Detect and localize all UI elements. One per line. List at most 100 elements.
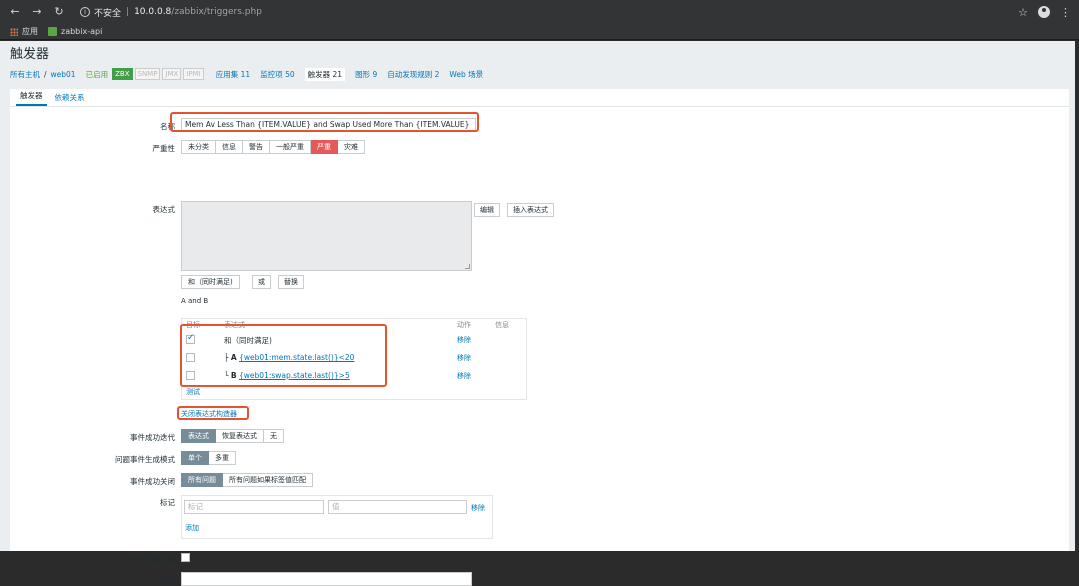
address-host: 10.0.0.8 — [134, 7, 172, 17]
insert-expression-button[interactable]: 插入表达式 — [507, 203, 554, 217]
tree-prefix: ├ — [224, 353, 229, 362]
severity-information[interactable]: 信息 — [216, 140, 243, 154]
tab-bar: 触发器 依赖关系 — [10, 89, 1069, 107]
expression-link[interactable]: {web01:swap.state.last()}>5 — [239, 371, 350, 380]
reload-icon[interactable]: ↻ — [52, 5, 66, 19]
problem-mode-multiple[interactable]: 多重 — [209, 451, 236, 465]
badge-ipmi: IPMI — [183, 68, 204, 80]
page: 触发器 所有主机 / web01 已启用 ZBX SNMP JMX IPMI 应… — [0, 41, 1075, 586]
link-applications[interactable]: 应用集 11 — [216, 69, 250, 80]
tag-remove-link[interactable]: 移除 — [471, 503, 485, 513]
profile-avatar-icon[interactable] — [1038, 6, 1050, 18]
bookmark-zabbix-api[interactable]: zabbix-api — [48, 27, 102, 36]
breadcrumb-host[interactable]: web01 — [51, 70, 76, 79]
tag-add-link[interactable]: 添加 — [185, 523, 199, 533]
target-checkbox[interactable] — [186, 353, 195, 362]
expression-link[interactable]: {web01:mem.state.last()}<20 — [239, 353, 354, 362]
manual-close-label: 允许手动关闭 — [130, 555, 175, 564]
ok-event-label: 事件成功迭代 — [130, 433, 175, 442]
edit-button[interactable]: 编辑 — [474, 203, 500, 217]
expression-builder-table: 目标 表达式 动作 信息 和（同时满足) 移除 ├ A {web01:mem.s… — [181, 318, 527, 400]
header-target: 目标 — [186, 321, 200, 329]
and-button[interactable]: 和（同时满足) — [181, 275, 240, 289]
link-discovery-count: 2 — [434, 69, 440, 79]
row-letter: A — [230, 353, 237, 362]
breadcrumb-separator: / — [44, 69, 47, 79]
link-graphs[interactable]: 图形 9 — [355, 69, 377, 80]
bookmark-zabbix-api-label: zabbix-api — [61, 27, 103, 36]
tab-dependencies[interactable]: 依赖关系 — [51, 92, 89, 106]
severity-disaster[interactable]: 灾难 — [338, 140, 365, 154]
ok-event-none[interactable]: 无 — [264, 429, 284, 443]
host-status[interactable]: 已启用 — [86, 69, 109, 80]
remove-link[interactable]: 移除 — [457, 335, 471, 345]
expression-label: 表达式 — [152, 205, 176, 214]
badge-snmp: SNMP — [134, 68, 161, 80]
severity-high[interactable]: 严重 — [311, 140, 338, 154]
row-expression: └ B {web01:swap.state.last()}>5 — [224, 371, 350, 380]
browser-actions: ☆ ⋮ — [1018, 0, 1071, 24]
bookmark-apps-label: 应用 — [22, 27, 38, 36]
name-input[interactable]: Mem Av Less Than {ITEM.VALUE} and Swap U… — [181, 118, 476, 132]
row-expression: ├ A {web01:mem.state.last()}<20 — [224, 353, 354, 362]
link-discovery-rules[interactable]: 自动发现规则 2 — [387, 69, 439, 80]
severity-average[interactable]: 一般严重 — [270, 140, 311, 154]
info-icon[interactable]: i — [80, 7, 90, 17]
tag-name-input[interactable]: 标记 — [184, 500, 324, 514]
address-separator: | — [126, 7, 130, 17]
ok-close-tag-match[interactable]: 所有问题如果标签值匹配 — [223, 473, 313, 487]
breadcrumb-all-hosts[interactable]: 所有主机 — [10, 69, 40, 80]
remove-link[interactable]: 移除 — [457, 371, 471, 381]
tree-prefix: └ — [224, 371, 229, 380]
link-applications-count: 11 — [240, 69, 251, 79]
manual-close-checkbox[interactable] — [181, 553, 190, 562]
severity-label: 严重性 — [152, 144, 176, 153]
badge-jmx: JMX — [162, 68, 182, 80]
bookmark-apps[interactable]: 应用 — [10, 26, 38, 37]
target-checkbox[interactable] — [186, 371, 195, 380]
address-bar[interactable]: i 不安全 | 10.0.0.8 /zabbix/triggers.php — [80, 3, 262, 21]
menu-dots-icon[interactable]: ⋮ — [1060, 6, 1071, 19]
link-graphs-label: 图形 — [355, 69, 371, 79]
link-graphs-count: 9 — [372, 69, 378, 79]
forward-arrow-icon[interactable]: → — [30, 5, 44, 19]
url-input[interactable] — [181, 572, 472, 586]
link-web-scenarios[interactable]: Web 场景 — [449, 69, 483, 80]
link-items-label: 监控项 — [260, 69, 283, 79]
test-link[interactable]: 测试 — [186, 387, 200, 397]
target-checkbox[interactable] — [186, 333, 195, 344]
apps-grid-icon — [10, 27, 18, 36]
row-text: 和（同时满足) — [224, 336, 272, 345]
link-items-count: 50 — [285, 69, 295, 79]
header-info: 信息 — [495, 321, 509, 329]
link-items[interactable]: 监控项 50 — [260, 69, 294, 80]
tab-trigger[interactable]: 触发器 — [16, 90, 47, 106]
expression-textarea[interactable] — [181, 201, 472, 271]
back-arrow-icon[interactable]: ← — [8, 5, 22, 19]
tags-label: 标记 — [160, 498, 175, 507]
star-icon[interactable]: ☆ — [1018, 6, 1028, 19]
close-builder-link[interactable]: 关闭表达式构造器 — [181, 409, 237, 419]
problem-mode-label: 问题事件生成模式 — [115, 455, 175, 464]
link-triggers[interactable]: 触发器 21 — [304, 67, 346, 81]
severity-warning[interactable]: 警告 — [243, 140, 270, 154]
breadcrumb: 所有主机 / web01 已启用 ZBX SNMP JMX IPMI 应用集 1… — [10, 67, 1069, 81]
remove-link[interactable]: 移除 — [457, 353, 471, 363]
ok-event-expression[interactable]: 表达式 — [181, 429, 216, 443]
ok-close-all[interactable]: 所有问题 — [181, 473, 223, 487]
url-label: URL — [160, 575, 175, 584]
or-button[interactable]: 或 — [252, 275, 271, 289]
replace-button[interactable]: 替换 — [278, 275, 304, 289]
header-action: 动作 — [457, 321, 471, 329]
ok-event-recovery[interactable]: 恢复表达式 — [216, 429, 264, 443]
link-triggers-label: 触发器 — [307, 69, 331, 79]
address-path: /zabbix/triggers.php — [171, 7, 262, 17]
problem-mode-single[interactable]: 单个 — [181, 451, 209, 465]
tag-value-input[interactable]: 值 — [328, 500, 467, 514]
logic-expression-text: A and B — [181, 297, 209, 305]
name-label: 名称 — [160, 122, 175, 131]
trigger-form: 名称 Mem Av Less Than {ITEM.VALUE} and Swa… — [10, 107, 1069, 586]
severity-not-classified[interactable]: 未分类 — [181, 140, 216, 154]
link-applications-label: 应用集 — [215, 69, 239, 79]
row-expression: 和（同时满足) — [224, 335, 272, 346]
